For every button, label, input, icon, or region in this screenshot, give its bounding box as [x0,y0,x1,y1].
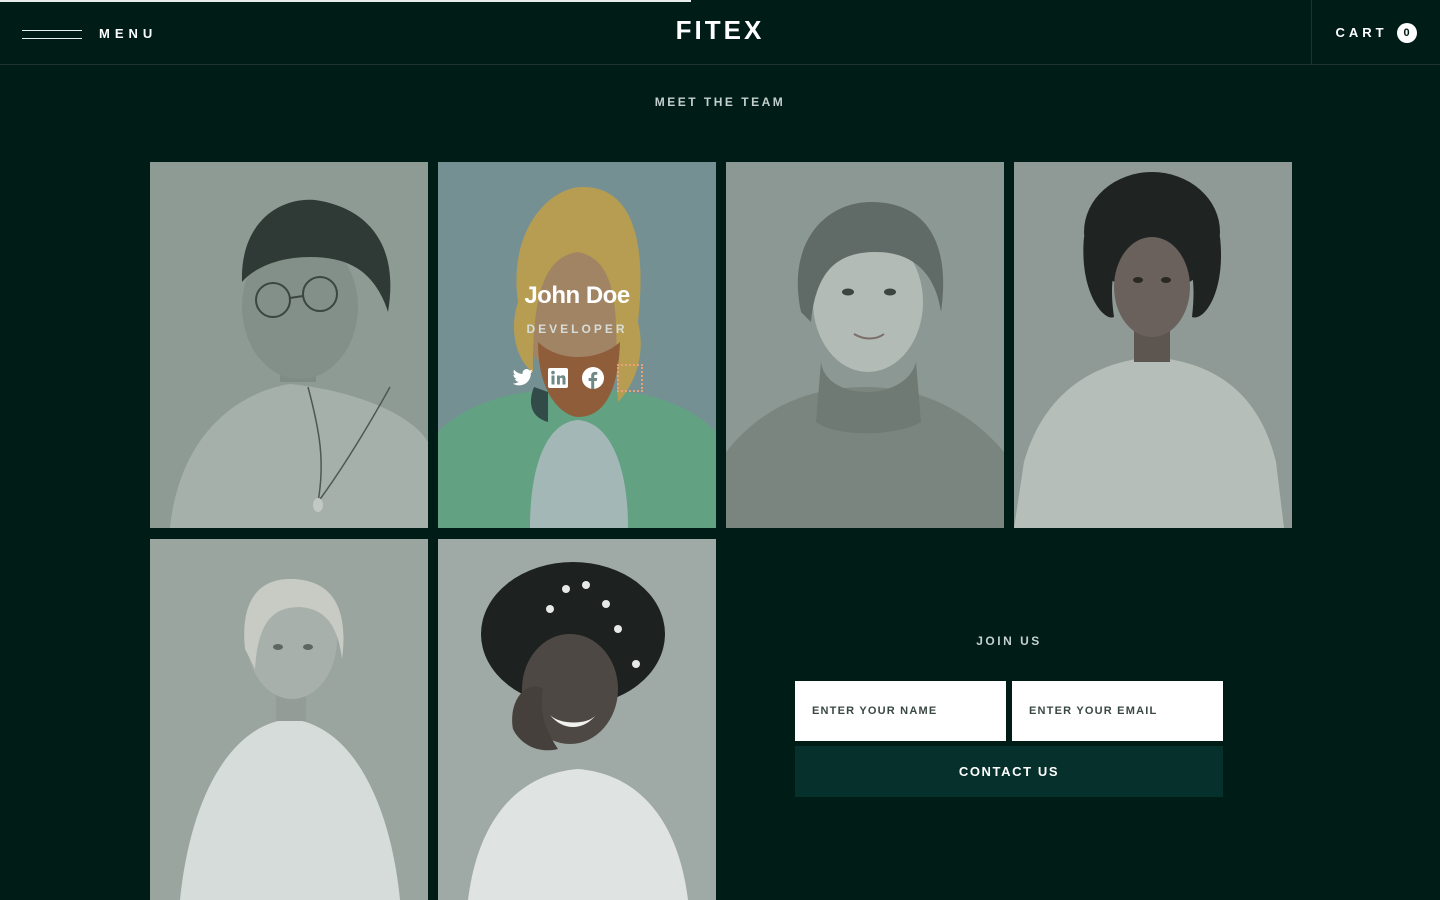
social-links [512,364,643,392]
team-member-photo [1014,162,1292,528]
team-member-photo [438,539,716,900]
member-role: DEVELOPER [526,322,628,336]
section-title: MEET THE TEAM [654,95,786,109]
team-member-card[interactable] [726,162,1004,528]
team-member-card[interactable] [1014,162,1292,528]
team-member-card[interactable] [150,539,428,900]
name-input[interactable] [795,681,1006,741]
twitter-icon[interactable] [512,367,535,390]
team-member-photo [150,162,428,528]
join-us-title: JOIN US [976,634,1042,648]
cart-label: CART [1335,25,1388,40]
site-header: MENU FITEX CART 0 [0,0,1440,65]
team-member-photo [150,539,428,900]
member-hover-overlay: John Doe DEVELOPER [438,162,716,528]
member-name: John Doe [524,282,630,309]
team-member-card[interactable] [438,539,716,900]
cart-count-badge: 0 [1396,22,1417,43]
cart-button[interactable]: CART 0 [1311,0,1440,65]
team-member-photo [726,162,1004,528]
linkedin-icon[interactable] [547,367,570,390]
facebook-icon[interactable] [582,367,605,390]
instagram-icon[interactable] [616,364,643,392]
site-logo[interactable]: FITEX [0,15,1440,46]
team-member-card[interactable] [150,162,428,528]
email-input[interactable] [1012,681,1223,741]
contact-us-button[interactable]: CONTACT US [795,746,1223,797]
team-member-card-john-doe[interactable]: John Doe DEVELOPER [438,162,716,528]
